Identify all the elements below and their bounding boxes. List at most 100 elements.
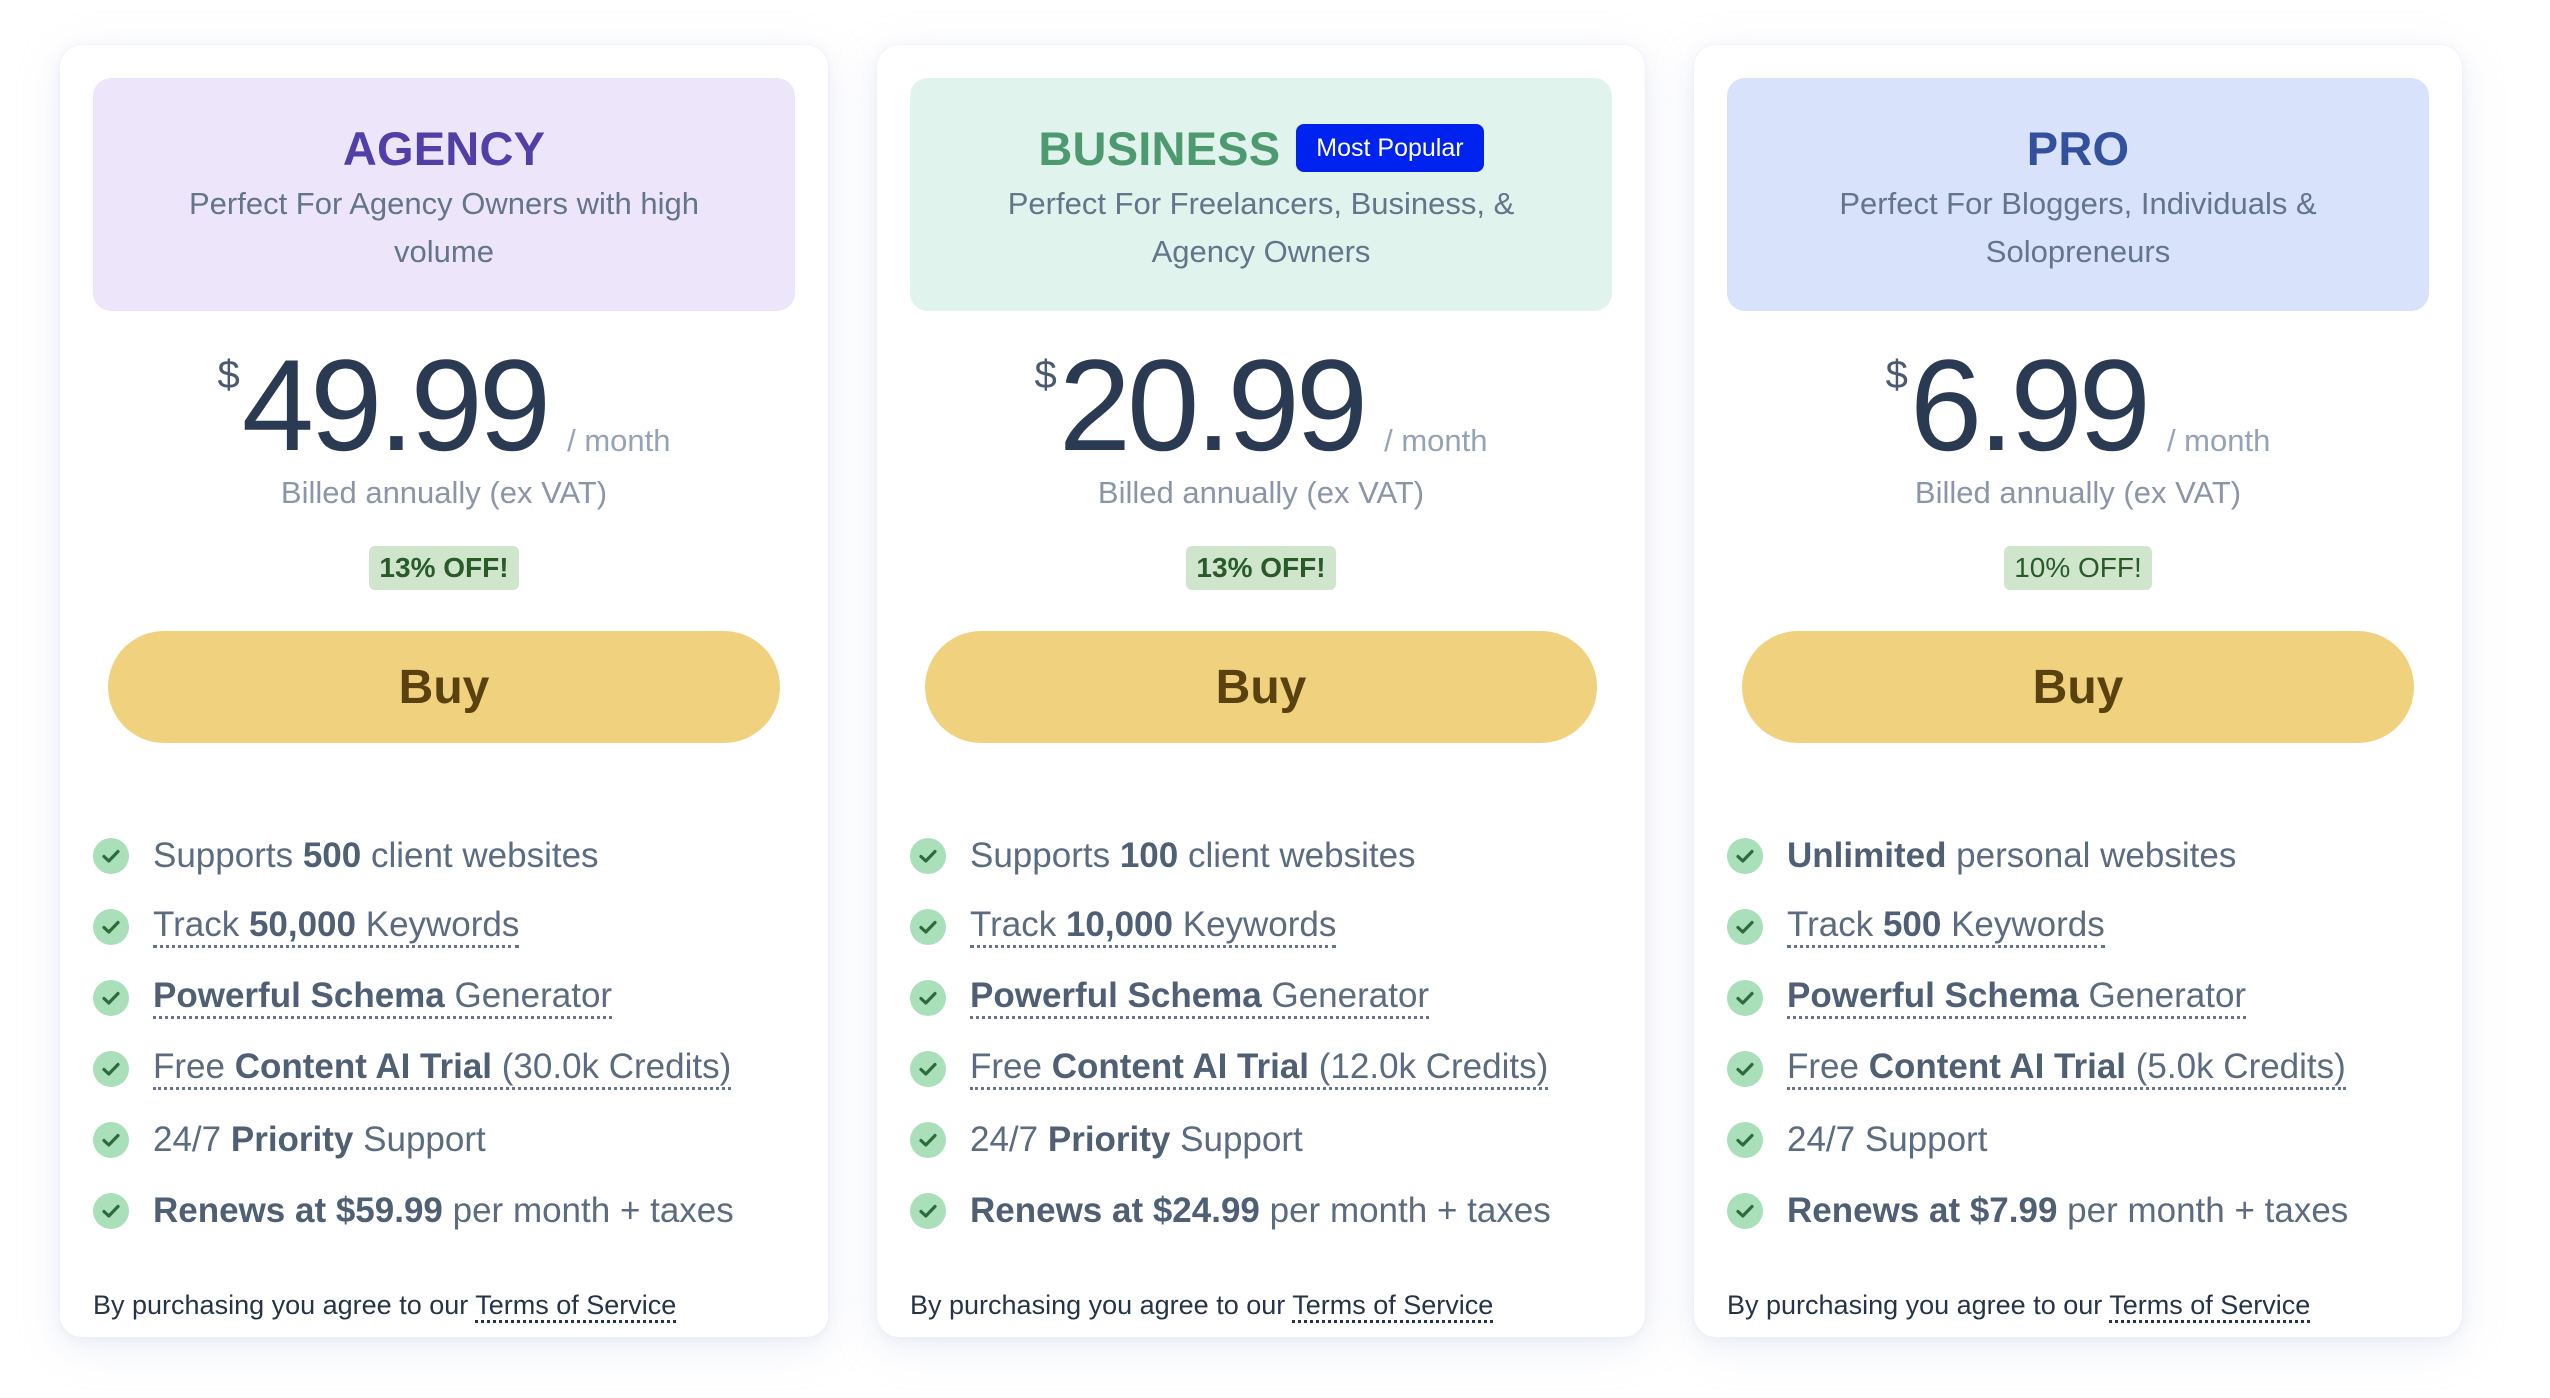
plan-title-row: AGENCY [93,120,795,176]
feature-part: Support [1170,1119,1303,1159]
feature-part: per month + taxes [2057,1190,2349,1230]
feature-text: Renews at $24.99 per month + taxes [970,1191,1551,1231]
feature-highlight: Powerful Schema [153,976,445,1015]
price-period: / month [1384,423,1488,458]
feature-part: per month + taxes [442,1190,734,1230]
feature-highlight: 100 [1119,835,1179,875]
plan-description: Perfect For Agency Owners with high volu… [188,186,699,269]
feature-highlight: Content AI Trial [1868,1047,2127,1086]
feature-item: Powerful Schema Generator [910,962,1612,1033]
price-period: / month [2166,423,2271,458]
feature-list: Supports 100 client websites Track 10,000… [910,820,1612,1246]
feature-part: (12.0k Credits) [1309,1047,1549,1086]
feature-highlight: Powerful Schema [970,976,1262,1015]
feature-highlight: 500 [302,835,362,875]
check-circle-icon [93,979,129,1016]
discount-container: 10% OFF! [1727,546,2429,590]
feature-highlight: Unlimited [1787,835,1947,875]
feature-text: Supports 500 client websites [153,836,599,876]
feature-part: Track [970,905,1066,944]
plan-name: PRO [2026,121,2130,175]
check-circle-icon [1727,1121,1763,1158]
feature-text: Unlimited personal websites [1787,836,2236,876]
feature-part: 24/7 [153,1119,231,1159]
plan-description: Perfect For Freelancers, Business, & Age… [1007,186,1515,269]
feature-item: Powerful Schema Generator [1727,962,2429,1033]
check-circle-icon [910,837,946,874]
currency-symbol: $ [1885,353,1908,397]
check-circle-icon [93,1050,129,1087]
feature-highlight: 10,000 [1065,905,1173,944]
feature-text: Supports 100 client websites [970,836,1416,876]
check-circle-icon [93,1121,129,1158]
feature-text[interactable]: Track 50,000 Keywords [153,905,520,948]
pricing-plans: AGENCY Perfect For Agency Owners with hi… [60,45,2462,1337]
feature-item: Renews at $24.99 per month + taxes [910,1175,1612,1246]
feature-item: Supports 100 client websites [910,820,1612,891]
feature-text[interactable]: Powerful Schema Generator [970,976,1430,1019]
billing-note: Billed annually (ex VAT) [1097,475,1425,510]
terms-of-service-link[interactable]: Terms of Service [2109,1290,2311,1323]
feature-highlight: Priority [1047,1119,1171,1159]
currency-symbol: $ [1034,353,1057,397]
feature-part: (5.0k Credits) [2126,1047,2346,1086]
check-circle-icon [910,1050,946,1087]
feature-highlight: 50,000 [248,905,356,944]
currency-symbol: $ [217,353,240,397]
billing-note: Billed annually (ex VAT) [280,475,608,510]
discount-container: 13% OFF! [910,546,1612,590]
plan-title-row: BUSINESS Most Popular [910,120,1612,176]
check-circle-icon [910,979,946,1016]
feature-part: (30.0k Credits) [492,1047,732,1086]
feature-text[interactable]: Free Content AI Trial (30.0k Credits) [153,1047,732,1090]
check-circle-icon [93,837,129,874]
plan-card-pro: PRO Perfect For Bloggers, Individuals & … [1694,45,2462,1337]
feature-item: Supports 500 client websites [93,820,795,891]
plan-card-business: BUSINESS Most Popular Perfect For Freela… [877,45,1645,1337]
terms-prefix: By purchasing you agree to our [910,1290,1293,1320]
plan-name: BUSINESS [1038,121,1281,175]
feature-part: Free [970,1047,1052,1086]
feature-part: Keywords [1941,905,2105,944]
feature-item: Renews at $7.99 per month + taxes [1727,1175,2429,1246]
feature-part: Free [1787,1047,1869,1086]
feature-text[interactable]: Track 10,000 Keywords [970,905,1337,948]
feature-part: Supports [970,835,1120,875]
feature-part: Generator [1261,976,1430,1015]
check-circle-icon [1727,1050,1763,1087]
terms-of-service-link[interactable]: Terms of Service [475,1290,677,1323]
discount-badge: 10% OFF! [2004,546,2152,590]
feature-part: Supports [153,835,303,875]
terms-notice: By purchasing you agree to our Terms of … [1727,1290,2429,1323]
feature-text[interactable]: Powerful Schema Generator [1787,976,2247,1019]
feature-list: Unlimited personal websites Track 500 Key… [1727,820,2429,1246]
feature-highlight: Renews at $59.99 [153,1190,443,1230]
buy-button[interactable]: Buy [108,631,780,743]
feature-part: client websites [361,835,599,875]
feature-item: Track 500 Keywords [1727,891,2429,962]
check-circle-icon [93,908,129,945]
price-period: / month [567,423,671,458]
feature-text: Renews at $7.99 per month + taxes [1787,1191,2348,1231]
billing-note: Billed annually (ex VAT) [1914,475,2242,510]
feature-highlight: Renews at $24.99 [970,1190,1260,1230]
feature-part: personal websites [1946,835,2237,875]
buy-button[interactable]: Buy [1742,631,2414,743]
plan-header: BUSINESS Most Popular Perfect For Freela… [910,78,1612,311]
feature-item: 24/7 Priority Support [93,1104,795,1175]
terms-of-service-link[interactable]: Terms of Service [1292,1290,1494,1323]
feature-text: 24/7 Priority Support [153,1120,486,1160]
feature-highlight: Content AI Trial [234,1047,493,1086]
terms-notice: By purchasing you agree to our Terms of … [93,1290,795,1323]
feature-text[interactable]: Free Content AI Trial (12.0k Credits) [970,1047,1549,1090]
feature-part: Generator [444,976,613,1015]
feature-part: Free [153,1047,235,1086]
check-circle-icon [1727,979,1763,1016]
feature-item: Free Content AI Trial (12.0k Credits) [910,1033,1612,1104]
plan-name: AGENCY [342,121,546,175]
feature-text[interactable]: Free Content AI Trial (5.0k Credits) [1787,1047,2346,1090]
feature-text[interactable]: Track 500 Keywords [1787,905,2105,948]
feature-text[interactable]: Powerful Schema Generator [153,976,613,1019]
plan-card-agency: AGENCY Perfect For Agency Owners with hi… [60,45,828,1337]
buy-button[interactable]: Buy [925,631,1597,743]
